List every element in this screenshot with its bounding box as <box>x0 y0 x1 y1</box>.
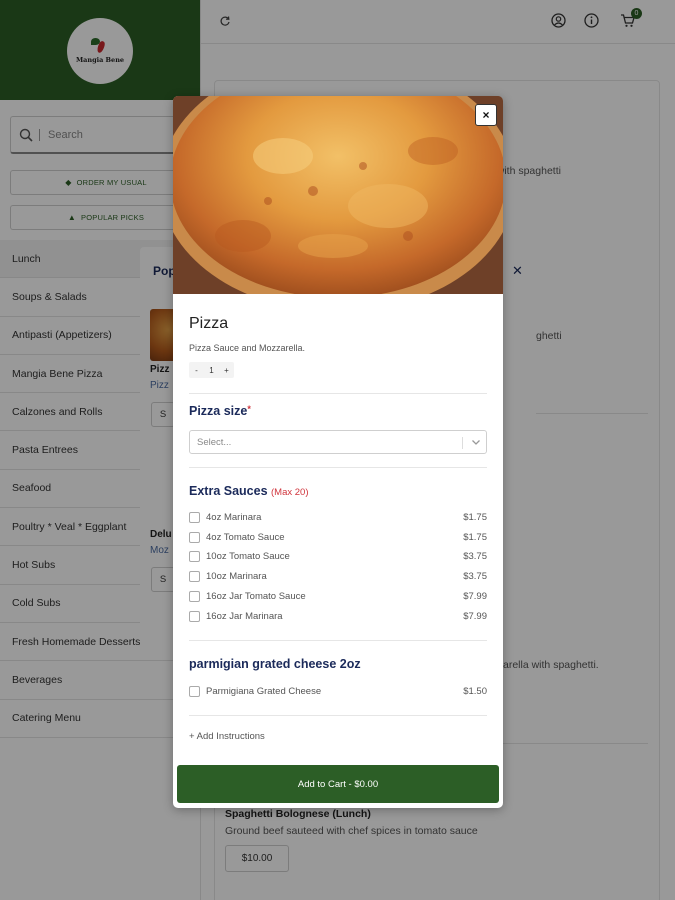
extra-sauces-title: Extra Sauces <box>189 484 268 498</box>
quantity-value: 1 <box>209 365 214 375</box>
sauce-option[interactable]: 4oz Tomato Sauce $1.75 <box>189 529 487 545</box>
checkbox[interactable] <box>189 531 200 543</box>
sauce-option[interactable]: 16oz Jar Tomato Sauce $7.99 <box>189 588 487 604</box>
product-description: Pizza Sauce and Mozzarella. <box>189 343 306 353</box>
required-marker: * <box>247 404 251 414</box>
sauce-option[interactable]: 4oz Marinara $1.75 <box>189 509 487 525</box>
add-to-cart-button[interactable]: Add to Cart - $0.00 <box>177 765 499 803</box>
option-label: Parmigiana Grated Cheese <box>206 685 322 697</box>
quantity-decrement-button[interactable]: - <box>189 366 204 375</box>
parmigian-title: parmigian grated cheese 2oz <box>189 657 361 671</box>
option-price: $3.75 <box>463 570 487 582</box>
checkbox[interactable] <box>189 685 200 697</box>
extra-sauces-heading: Extra Sauces (Max 20) <box>189 484 309 498</box>
checkbox[interactable] <box>189 590 200 602</box>
sauce-option[interactable]: 16oz Jar Marinara $7.99 <box>189 608 487 624</box>
option-price: $1.50 <box>463 685 487 697</box>
sauce-option[interactable]: 10oz Tomato Sauce $3.75 <box>189 548 487 564</box>
max-selection-note: (Max 20) <box>271 487 309 498</box>
divider <box>189 467 487 468</box>
option-price: $1.75 <box>463 531 487 543</box>
option-label: 16oz Jar Marinara <box>206 610 283 622</box>
chevron-down-icon <box>472 440 480 445</box>
add-instructions-link[interactable]: + Add Instructions <box>189 731 265 742</box>
quantity-increment-button[interactable]: + <box>219 366 234 375</box>
option-label: 4oz Tomato Sauce <box>206 531 285 543</box>
product-title: Pizza <box>189 315 229 332</box>
option-price: $7.99 <box>463 590 487 602</box>
option-price: $3.75 <box>463 550 487 562</box>
cheese-option[interactable]: Parmigiana Grated Cheese $1.50 <box>189 683 487 699</box>
divider <box>189 640 487 641</box>
option-label: 16oz Jar Tomato Sauce <box>206 590 306 602</box>
divider <box>189 715 487 716</box>
sauce-option[interactable]: 10oz Marinara $3.75 <box>189 568 487 584</box>
pizza-photo <box>173 96 503 294</box>
option-label: 10oz Marinara <box>206 570 267 582</box>
divider <box>189 393 487 394</box>
pizza-size-heading: Pizza size* <box>189 404 251 418</box>
select-placeholder: Select... <box>197 436 232 448</box>
option-price: $7.99 <box>463 610 487 622</box>
product-modal: × Pizza Pizza Sauce and Mozzarella. - 1 … <box>173 96 503 808</box>
pizza-size-select[interactable]: Select... <box>189 430 487 454</box>
option-price: $1.75 <box>463 511 487 523</box>
checkbox[interactable] <box>189 570 200 582</box>
option-label: 10oz Tomato Sauce <box>206 550 290 562</box>
quantity-stepper: - 1 + <box>189 362 234 378</box>
pizza-size-title: Pizza size <box>189 404 248 418</box>
close-modal-button[interactable]: × <box>475 104 497 126</box>
option-label: 4oz Marinara <box>206 511 262 523</box>
checkbox[interactable] <box>189 511 200 523</box>
checkbox[interactable] <box>189 550 200 562</box>
checkbox[interactable] <box>189 610 200 622</box>
